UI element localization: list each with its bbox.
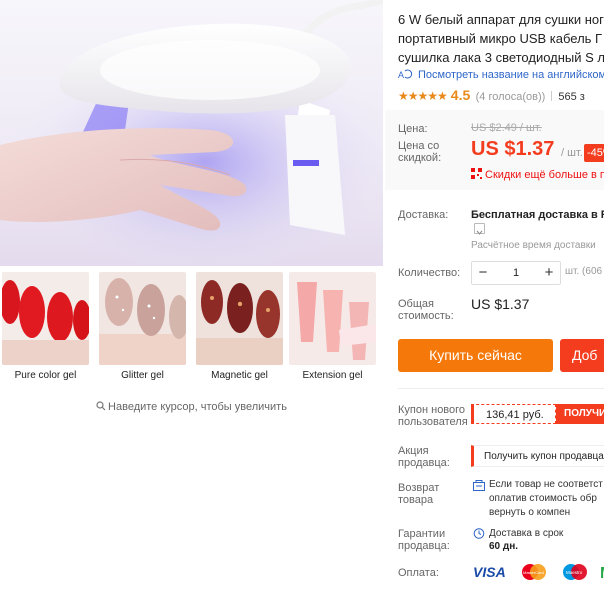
total-label: Общая стоимость: [398, 298, 454, 322]
svg-text:A: A [398, 70, 404, 80]
quantity-label: Количество: [398, 267, 461, 279]
shipping-method: Бесплатная доставка в Ru [471, 209, 604, 221]
guarantee-label: Гарантии продавца: [398, 528, 450, 552]
price-block: Цена: US $2.49 / шт. Цена со скидкой: US… [385, 110, 604, 190]
magnetic-gel-image [196, 272, 283, 365]
returns-policy: Если товар не соответст оплатив стоимост… [489, 479, 603, 518]
returns-label: Возврат товара [398, 482, 440, 506]
divider [398, 388, 604, 389]
main-product-image[interactable] [0, 0, 383, 266]
rating-row: ★★★★★ 4.5 (4 голоса(ов)) 565 з [398, 87, 585, 103]
discount-badge: -45% [584, 144, 604, 162]
discount-price: US $1.37 [471, 138, 555, 160]
available-quantity: шт. (606 [565, 266, 603, 277]
thumbnail-glitter[interactable]: Glitter gel [97, 272, 188, 384]
product-info-panel: 6 W белый аппарат для сушки ног портатив… [385, 0, 604, 592]
maestro-icon: Maestro [562, 564, 587, 580]
mastercard-icon: MasterCard [522, 564, 547, 580]
qr-code-icon [471, 168, 482, 179]
thumbnail-strip: Pure color gel Glitter gel Magnetic gel … [0, 272, 383, 384]
payment-methods: VISA MasterCard Maestro M [471, 563, 604, 581]
new-user-coupon-label: Купон нового пользователя [398, 404, 468, 428]
store-promo-label: Акция продавца: [398, 445, 450, 469]
product-title-line: портативный микро USB кабель Г [398, 31, 603, 46]
translate-title-link[interactable]: A Посмотреть название на английском [398, 68, 604, 81]
decrease-quantity-button[interactable]: − [472, 262, 494, 284]
payment-label: Оплата: [398, 567, 439, 579]
product-title: 6 W белый аппарат для сушки ног портатив… [398, 10, 604, 67]
total-price: US $1.37 [471, 296, 530, 312]
product-gallery: Pure color gel Glitter gel Magnetic gel … [0, 0, 383, 592]
quantity-stepper: − 1 + [471, 261, 561, 285]
return-icon [473, 480, 485, 491]
translate-icon: A [398, 69, 413, 80]
uv-lamp-photo [0, 0, 383, 266]
product-title-line: сушилка лака 3 светодиодный S л [398, 50, 604, 65]
product-title-line: 6 W белый аппарат для сушки ног [398, 12, 604, 27]
clock-icon [473, 528, 485, 539]
zoom-hint-text: Наведите курсор, чтобы увеличить [108, 401, 287, 413]
votes-link[interactable]: (4 голоса(ов)) [476, 91, 546, 103]
mir-wordmark: M [600, 565, 604, 581]
visa-icon: VISA [473, 564, 506, 580]
discount-price-label: Цена со скидкой: [398, 140, 442, 164]
mir-icon: M [600, 565, 604, 581]
increase-quantity-button[interactable]: + [538, 262, 560, 284]
thumbnail-caption: Pure color gel [14, 370, 77, 381]
zoom-hint: Наведите курсор, чтобы увеличить [0, 401, 383, 413]
orders-count: 565 з [558, 91, 585, 103]
new-user-coupon-amount: 136,41 руб. [471, 404, 556, 424]
extension-gel-image [289, 272, 376, 365]
price-unit: / шт. [561, 147, 583, 159]
on-time-delivery: Доставка в срок [489, 528, 564, 539]
star-rating-icon: ★★★★★ [398, 89, 448, 103]
add-to-cart-button[interactable]: Доб [560, 339, 604, 372]
original-price: US $2.49 / шт. [471, 122, 542, 134]
chevron-down-icon[interactable] [474, 223, 485, 235]
thumbnail-caption: Extension gel [302, 370, 363, 381]
store-discounts-link[interactable]: Скидки ещё больше в п [471, 168, 604, 181]
price-label: Цена: [398, 123, 428, 135]
translate-link-text: Посмотреть название на английском [418, 69, 604, 81]
quantity-input[interactable]: 1 [494, 262, 538, 284]
pure-color-gel-image [2, 272, 89, 365]
thumbnail-pure-color[interactable]: Pure color gel [0, 272, 91, 384]
get-store-coupon-button[interactable]: Получить купон продавца [471, 445, 604, 467]
visa-wordmark: VISA [473, 564, 506, 580]
delivery-estimate: Расчётное время доставки [471, 240, 596, 251]
mastercard-wordmark: MasterCard [523, 570, 544, 575]
thumbnail-caption: Magnetic gel [211, 370, 268, 381]
divider [551, 91, 553, 101]
thumbnail-extension[interactable]: Extension gel [287, 272, 378, 384]
get-coupon-button[interactable]: ПОЛУЧИ [556, 404, 604, 424]
maestro-wordmark: Maestro [566, 570, 583, 575]
thumbnail-magnetic[interactable]: Magnetic gel [194, 272, 285, 384]
magnifier-icon [96, 401, 106, 411]
delivery-days: 60 дн. [489, 541, 519, 552]
buy-now-button[interactable]: Купить сейчас [398, 339, 553, 372]
shipping-label: Доставка: [398, 209, 449, 221]
rating-value: 4.5 [450, 87, 471, 103]
glitter-gel-image [99, 272, 186, 365]
thumbnail-caption: Glitter gel [121, 370, 164, 381]
